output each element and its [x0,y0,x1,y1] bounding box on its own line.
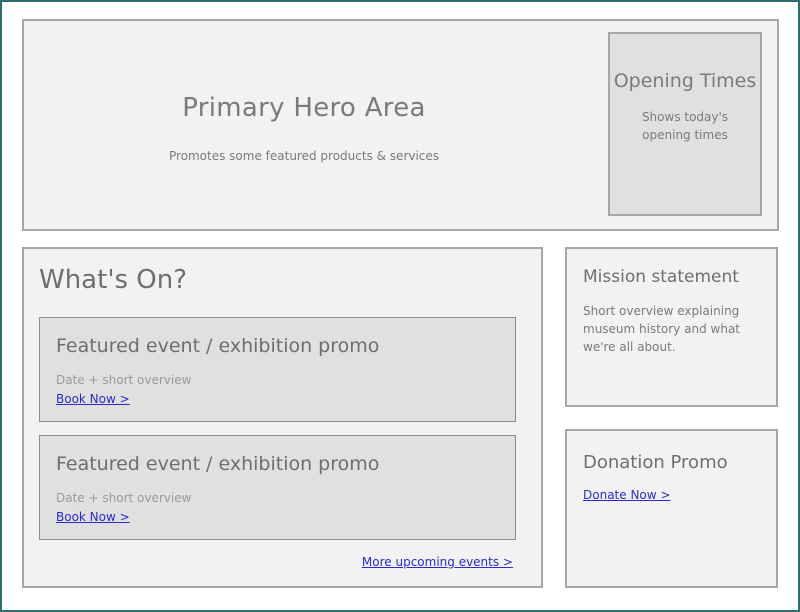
donation-title: Donation Promo [583,452,728,473]
mission-text: Short overview explaining museum history… [583,304,740,354]
book-now-link[interactable]: Book Now > [56,392,130,406]
wireframe-page: Primary Hero Area Promotes some featured… [0,0,800,612]
whats-on-section: What's On? Featured event / exhibition p… [22,247,543,588]
donate-now-link[interactable]: Donate Now > [583,488,670,502]
more-events-link[interactable]: More upcoming events > [362,555,513,569]
book-now-link[interactable]: Book Now > [56,510,130,524]
mission-title: Mission statement [583,267,739,287]
mission-statement-section: Mission statement Short overview explain… [565,247,778,407]
opening-times-text: Shows today's opening times [641,110,729,142]
whats-on-title: What's On? [39,265,188,295]
event-promo-card: Featured event / exhibition promo Date +… [39,317,516,422]
hero-subtitle: Promotes some featured products & servic… [168,149,440,163]
event-title: Featured event / exhibition promo [56,335,380,357]
event-promo-card: Featured event / exhibition promo Date +… [39,435,516,540]
hero-title: Primary Hero Area [182,93,426,123]
event-overview: Date + short overview [56,373,192,387]
event-title: Featured event / exhibition promo [56,453,380,475]
opening-times-box: Opening Times Shows today's opening time… [608,32,762,216]
opening-times-title: Opening Times [613,70,757,92]
event-overview: Date + short overview [56,491,192,505]
hero-section: Primary Hero Area Promotes some featured… [22,19,779,231]
donation-promo-section: Donation Promo Donate Now > [565,429,778,588]
